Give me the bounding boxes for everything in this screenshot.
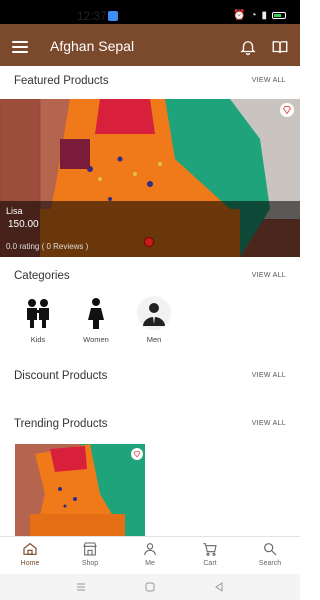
man-icon (137, 296, 171, 330)
product-price: 150.00 (8, 219, 39, 230)
cart-icon (203, 543, 217, 556)
app-title: Afghan Sepal (50, 38, 135, 54)
trending-view-all[interactable]: VIEW ALL (252, 420, 286, 427)
trending-product-image (15, 444, 145, 536)
featured-header: Featured Products VIEW ALL (14, 75, 286, 91)
wifi-icon: ◔ (250, 10, 257, 21)
category-label-men: Men (146, 335, 162, 344)
home-icon (23, 542, 37, 555)
back-icon[interactable] (214, 582, 224, 592)
featured-title: Featured Products (14, 75, 109, 87)
bell-icon[interactable] (239, 38, 257, 56)
category-label-women: Women (83, 335, 109, 344)
signal-icon: ▮ (261, 10, 267, 21)
status-icons: ⏰ ◔ ▮ (233, 10, 286, 21)
person-icon (144, 543, 156, 556)
alarm-icon: ⏰ (232, 10, 246, 21)
menu-icon[interactable] (12, 41, 28, 53)
carousel-indicator[interactable] (144, 237, 154, 247)
woman-icon (88, 298, 104, 329)
book-icon[interactable] (271, 38, 289, 56)
kids-icon (27, 299, 49, 328)
nav-label-me: Me (145, 560, 155, 567)
notification-icon (108, 11, 118, 21)
featured-view-all[interactable]: VIEW ALL (252, 77, 286, 84)
category-women[interactable]: Women (74, 296, 118, 344)
categories-list: Kids Women Men (14, 296, 286, 348)
system-nav-bar (0, 574, 300, 600)
shop-icon (83, 542, 97, 556)
nav-shop[interactable]: Shop (70, 541, 110, 567)
trending-product-card[interactable] (15, 444, 145, 536)
discount-header: Discount Products VIEW ALL (14, 370, 286, 386)
nav-cart[interactable]: Cart (190, 541, 230, 567)
search-icon (264, 543, 277, 556)
featured-product-card[interactable]: Lisa 150.00 0.0 rating ( 0 Reviews ) (0, 99, 300, 257)
home-button-icon[interactable] (145, 582, 155, 592)
status-time: 12:37 (77, 11, 107, 23)
nav-label-shop: Shop (81, 560, 99, 567)
trending-header: Trending Products VIEW ALL (14, 418, 286, 434)
nav-me[interactable]: Me (130, 541, 170, 567)
recents-icon[interactable] (76, 582, 86, 592)
discount-view-all[interactable]: VIEW ALL (252, 372, 286, 379)
categories-header: Categories VIEW ALL (14, 270, 286, 286)
nav-search[interactable]: Search (250, 541, 290, 567)
nav-label-home: Home (20, 560, 40, 567)
category-kids[interactable]: Kids (16, 296, 60, 344)
nav-label-search: Search (258, 560, 282, 567)
battery-icon (272, 12, 286, 19)
product-rating: 0.0 rating ( 0 Reviews ) (6, 242, 89, 251)
nav-label-cart: Cart (203, 560, 217, 567)
discount-title: Discount Products (14, 370, 108, 382)
nav-home[interactable]: Home (10, 541, 50, 567)
categories-view-all[interactable]: VIEW ALL (252, 272, 286, 279)
category-label-kids: Kids (30, 335, 46, 344)
product-name: Lisa (6, 206, 23, 216)
bottom-nav: Home Shop Me Cart Search (0, 536, 300, 574)
trending-title: Trending Products (14, 418, 108, 430)
app-bar: Afghan Sepal (0, 24, 300, 66)
category-men[interactable]: Men (132, 296, 176, 344)
diamond-icon (280, 103, 294, 117)
categories-title: Categories (14, 270, 70, 282)
